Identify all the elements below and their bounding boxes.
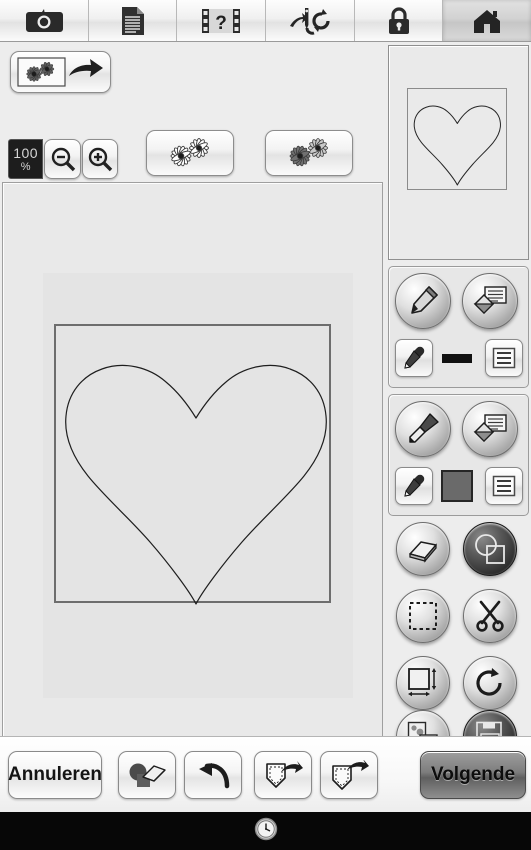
region-fill-icon (473, 286, 507, 315)
magnifier-minus-icon (51, 147, 75, 172)
clear-shapes-eraser-icon (129, 763, 166, 787)
left-column: 100 % (0, 42, 386, 754)
line-style-button[interactable] (485, 339, 523, 377)
heart-outline-shape (65, 364, 327, 605)
clock-icon[interactable] (254, 817, 278, 846)
zoom-percent-symbol: % (20, 160, 31, 173)
line-eyedropper-button[interactable] (395, 339, 433, 377)
flower-filled-preview-button[interactable] (265, 130, 353, 176)
lines-pattern-icon (492, 347, 516, 369)
eyedropper-icon (404, 346, 425, 369)
pocket-arrow-in-icon (266, 761, 303, 788)
top-toolbar: ? (0, 0, 531, 42)
rotate-tool-button[interactable] (463, 656, 517, 710)
scissors-tool-button[interactable] (463, 589, 517, 643)
line-draw-button[interactable] (395, 273, 451, 329)
undo-button[interactable] (184, 751, 242, 799)
lock-icon (386, 6, 412, 36)
save-to-memory-button[interactable] (254, 751, 312, 799)
line-region-fill-button[interactable] (462, 273, 518, 329)
line-tool-group (388, 266, 529, 388)
zoom-out-button[interactable] (44, 139, 81, 179)
convert-to-stitch-button[interactable] (10, 51, 111, 93)
flower-outline-icon (170, 138, 209, 167)
home-icon (472, 7, 502, 35)
topbar-help-button[interactable]: ? (177, 0, 267, 41)
fill-style-button[interactable] (485, 467, 523, 505)
canvas-toolbar: 100 % (0, 42, 386, 179)
topbar-needle-button[interactable] (266, 0, 355, 41)
rotate-icon (476, 668, 502, 696)
design-canvas[interactable] (2, 182, 383, 754)
help-video-icon: ? (201, 6, 241, 36)
zoom-level-value: 100 (13, 144, 39, 161)
pencil-icon (411, 286, 438, 314)
fill-color-swatch[interactable] (441, 470, 473, 502)
zoom-in-button[interactable] (81, 139, 118, 179)
fill-eyedropper-button[interactable] (395, 467, 433, 505)
fill-draw-button[interactable] (395, 401, 451, 457)
zoom-level-display: 100 % (8, 139, 44, 179)
preview-heart-icon (413, 105, 501, 186)
zoom-controls: 100 % (8, 139, 118, 179)
cancel-button[interactable]: Annuleren (8, 751, 102, 799)
region-fill-icon (473, 414, 507, 443)
design-preview-panel (388, 45, 529, 260)
flower-outline-preview-button[interactable] (146, 130, 234, 176)
scissors-icon (476, 600, 504, 632)
marquee-select-icon (409, 602, 437, 630)
flower-filled-icon (289, 138, 328, 167)
app-window: ? 100 % Annuleren Volgende (0, 0, 531, 850)
line-color-swatch[interactable] (442, 354, 472, 363)
svg-text:?: ? (215, 13, 227, 34)
camera-icon (23, 7, 65, 35)
resize-tool-button[interactable] (396, 656, 450, 710)
clear-all-button[interactable] (118, 751, 176, 799)
document-icon (120, 6, 146, 36)
magnifier-plus-icon (88, 147, 113, 172)
select-tool-button[interactable] (396, 589, 450, 643)
topbar-document-button[interactable] (88, 0, 178, 41)
fill-tool-group (388, 394, 529, 516)
bottom-action-bar: Annuleren Volgende (0, 736, 531, 812)
undo-arrow-icon (199, 763, 230, 789)
status-bar (0, 812, 531, 850)
shape-overlap-icon (475, 534, 505, 564)
eraser-icon (409, 541, 437, 563)
lines-pattern-icon (492, 475, 516, 497)
pocket-arrow-out-icon (332, 760, 369, 790)
eraser-tool-button[interactable] (396, 522, 450, 576)
fill-region-button[interactable] (462, 401, 518, 457)
right-tool-panel (386, 42, 531, 764)
recall-from-memory-button[interactable] (320, 751, 378, 799)
topbar-home-button[interactable] (443, 0, 531, 41)
topbar-lock-button[interactable] (354, 0, 444, 41)
overlap-tool-button[interactable] (463, 522, 517, 576)
needle-sync-icon (287, 6, 333, 36)
edit-tool-grid (388, 522, 529, 764)
eyedropper-icon (404, 474, 425, 497)
next-button[interactable]: Volgende (420, 751, 526, 799)
topbar-camera-button[interactable] (0, 0, 89, 41)
marker-brush-icon (409, 413, 439, 443)
resize-icon (408, 668, 437, 697)
flower-to-arrow-icon (16, 57, 103, 87)
